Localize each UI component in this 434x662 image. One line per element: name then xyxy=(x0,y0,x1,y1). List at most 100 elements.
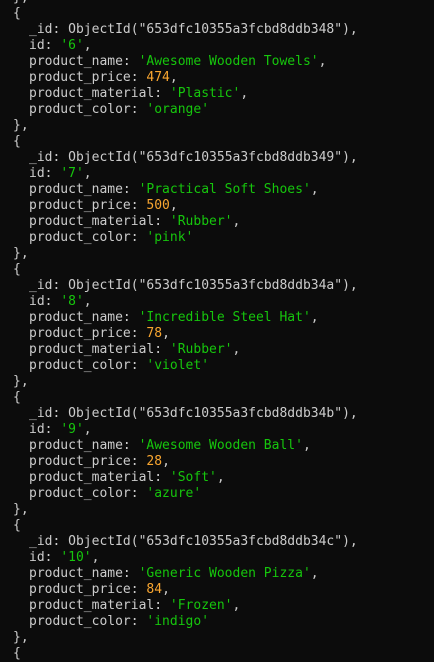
key-product-price: product_price xyxy=(29,70,131,85)
document-record: { _id: ObjectId("653dfc10355a3fcbd8ddb34… xyxy=(13,262,434,390)
terminal-output: }, { _id: ObjectId("653dfc10355a3fcbd8dd… xyxy=(13,0,434,662)
field-product-name: product_name: 'Generic Wooden Pizza', xyxy=(29,566,319,581)
field-product-price: product_price: 84, xyxy=(29,582,170,597)
value-product-name: 'Practical Soft Shoes' xyxy=(138,182,311,197)
key-product-color: product_color xyxy=(29,230,131,245)
field-product-material: product_material: 'Rubber', xyxy=(29,342,241,357)
key-product-name: product_name xyxy=(29,566,123,581)
key-product-name: product_name xyxy=(29,310,123,325)
document-record: { _id: ObjectId("653dfc10355a3fcbd8ddb34… xyxy=(13,6,434,134)
key-product-price: product_price xyxy=(29,454,131,469)
open-brace: { xyxy=(13,134,21,149)
field-product-name: product_name: 'Practical Soft Shoes', xyxy=(29,182,319,197)
key-_id: _id xyxy=(29,406,53,421)
field-id: id: '6', xyxy=(29,38,92,53)
objectid-suffix: "), xyxy=(334,406,358,421)
field-product-color: product_color: 'azure' xyxy=(29,486,202,501)
objectid-suffix: "), xyxy=(334,150,358,165)
value-_id: 653dfc10355a3fcbd8ddb348 xyxy=(146,22,335,37)
key-id: id xyxy=(29,294,45,309)
value-product-material: 'Rubber' xyxy=(169,342,233,357)
key-_id: _id xyxy=(29,534,53,549)
key-product-price: product_price xyxy=(29,326,131,341)
key-id: id xyxy=(29,422,45,437)
key-product-name: product_name xyxy=(29,182,123,197)
value-product-name: 'Incredible Steel Hat' xyxy=(138,310,311,325)
field-product-price: product_price: 28, xyxy=(29,454,170,469)
field-product-material: product_material: 'Plastic', xyxy=(29,86,249,101)
field-_id: _id: ObjectId("653dfc10355a3fcbd8ddb349"… xyxy=(29,150,358,165)
key-product-material: product_material xyxy=(29,86,155,101)
open-brace: { xyxy=(13,6,21,21)
field-product-color: product_color: 'indigo' xyxy=(29,614,210,629)
value-id: '8' xyxy=(60,294,84,309)
key-product-color: product_color xyxy=(29,358,131,373)
key-id: id xyxy=(29,166,45,181)
value-_id: 653dfc10355a3fcbd8ddb34b xyxy=(146,406,335,421)
field-_id: _id: ObjectId("653dfc10355a3fcbd8ddb34a"… xyxy=(29,278,358,293)
key-product-name: product_name xyxy=(29,438,123,453)
field-product-material: product_material: 'Rubber', xyxy=(29,214,241,229)
field-product-price: product_price: 500, xyxy=(29,198,178,213)
field-id: id: '9', xyxy=(29,422,92,437)
key-product-material: product_material xyxy=(29,214,155,229)
objectid-prefix: ObjectId(" xyxy=(68,278,147,293)
field-_id: _id: ObjectId("653dfc10355a3fcbd8ddb348"… xyxy=(29,22,358,37)
key-product-material: product_material xyxy=(29,342,155,357)
key-product-material: product_material xyxy=(29,598,155,613)
value-product-price: 84 xyxy=(146,582,163,597)
field-product-name: product_name: 'Awesome Wooden Ball', xyxy=(29,438,311,453)
key-id: id xyxy=(29,38,45,53)
objectid-suffix: "), xyxy=(334,22,358,37)
objectid-prefix: ObjectId(" xyxy=(68,150,147,165)
field-_id: _id: ObjectId("653dfc10355a3fcbd8ddb34c"… xyxy=(29,534,358,549)
value-_id: 653dfc10355a3fcbd8ddb34a xyxy=(146,278,335,293)
field-product-color: product_color: 'orange' xyxy=(29,102,210,117)
value-product-material: 'Rubber' xyxy=(169,214,233,229)
field-product-name: product_name: 'Incredible Steel Hat', xyxy=(29,310,319,325)
key-_id: _id xyxy=(29,22,53,37)
next-open-brace: { xyxy=(13,646,21,661)
value-product-color: 'indigo' xyxy=(146,614,210,629)
field-id: id: '7', xyxy=(29,166,92,181)
value-id: '10' xyxy=(60,550,92,565)
value-product-color: 'orange' xyxy=(146,102,210,117)
value-_id: 653dfc10355a3fcbd8ddb34c xyxy=(146,534,335,549)
value-product-color: 'violet' xyxy=(146,358,210,373)
objectid-prefix: ObjectId(" xyxy=(68,534,147,549)
value-id: '9' xyxy=(60,422,84,437)
objectid-suffix: "), xyxy=(334,534,358,549)
value-product-name: 'Generic Wooden Pizza' xyxy=(138,566,311,581)
field-product-material: product_material: 'Soft', xyxy=(29,470,225,485)
open-brace: { xyxy=(13,390,21,405)
value-id: '6' xyxy=(60,38,84,53)
field-id: id: '8', xyxy=(29,294,92,309)
close-brace: }, xyxy=(13,502,29,517)
value-product-price: 500 xyxy=(146,198,170,213)
close-brace: }, xyxy=(13,374,29,389)
field-product-price: product_price: 78, xyxy=(29,326,170,341)
objectid-suffix: "), xyxy=(334,278,358,293)
field-id: id: '10', xyxy=(29,550,100,565)
key-_id: _id xyxy=(29,150,53,165)
value-product-material: 'Frozen' xyxy=(169,598,233,613)
field-product-color: product_color: 'violet' xyxy=(29,358,210,373)
key-product-material: product_material xyxy=(29,470,155,485)
close-brace: }, xyxy=(13,246,29,261)
document-record: { _id: ObjectId("653dfc10355a3fcbd8ddb34… xyxy=(13,134,434,262)
open-brace: { xyxy=(13,262,21,277)
objectid-prefix: ObjectId(" xyxy=(68,22,147,37)
key-product-price: product_price xyxy=(29,582,131,597)
value-product-material: 'Plastic' xyxy=(169,86,241,101)
objectid-prefix: ObjectId(" xyxy=(68,406,147,421)
key-product-color: product_color xyxy=(29,614,131,629)
field-_id: _id: ObjectId("653dfc10355a3fcbd8ddb34b"… xyxy=(29,406,358,421)
value-product-price: 28 xyxy=(146,454,163,469)
value-product-name: 'Awesome Wooden Towels' xyxy=(138,54,319,69)
field-product-color: product_color: 'pink' xyxy=(29,230,194,245)
value-id: '7' xyxy=(60,166,84,181)
close-brace: }, xyxy=(13,630,29,645)
field-product-name: product_name: 'Awesome Wooden Towels', xyxy=(29,54,327,69)
key-product-price: product_price xyxy=(29,198,131,213)
key-id: id xyxy=(29,550,45,565)
